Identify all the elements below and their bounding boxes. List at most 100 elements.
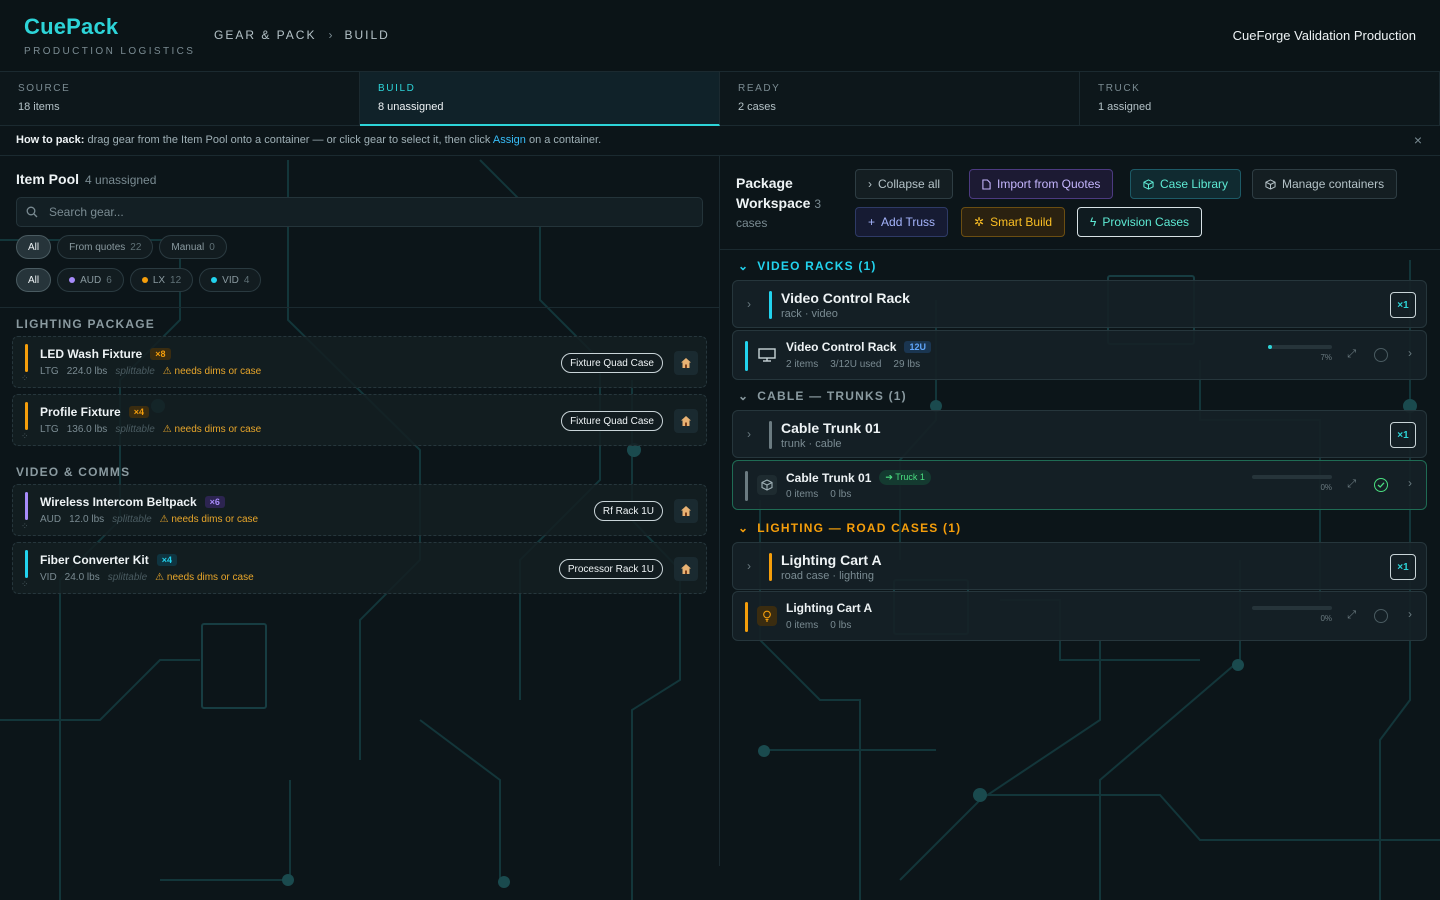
manage-containers-button[interactable]: Manage containers xyxy=(1252,169,1398,199)
group-header-lighting-road-cases[interactable]: ⌄ LIGHTING — ROAD CASES (1) xyxy=(738,521,961,535)
package-row-video-control-rack[interactable]: › Video Control Rack rack · video ×1 xyxy=(732,280,1427,328)
suggested-case-button[interactable]: Fixture Quad Case xyxy=(561,411,663,431)
filter-chip-vid[interactable]: VID 4 xyxy=(199,268,262,292)
chevron-right-icon[interactable]: › xyxy=(1408,346,1412,360)
filter-chip-lx[interactable]: LX 12 xyxy=(129,268,194,292)
container-weight: 29 lbs xyxy=(893,359,921,370)
sparkle-icon: ✲ xyxy=(974,215,985,229)
warning-text: ⚠ needs dims or case xyxy=(162,424,262,435)
pool-item-wireless-intercom-beltpack[interactable]: Wireless Intercom Beltpack ×6 AUD 12.0 lbs… xyxy=(12,484,707,536)
filter-chip-all-departments[interactable]: All xyxy=(16,268,52,292)
search-input[interactable] xyxy=(49,198,689,226)
pool-item-led-wash-fixture[interactable]: LED Wash Fixture ×8 LTG 224.0 lbs splittabl… xyxy=(12,336,707,388)
check-circle-icon[interactable] xyxy=(1374,478,1388,492)
dept-color-bar xyxy=(25,550,28,578)
tip-lead: How to pack: xyxy=(16,134,85,146)
expand-icon[interactable]: ⤢ xyxy=(1347,348,1356,361)
category-color-bar xyxy=(745,341,748,371)
smart-build-button[interactable]: ✲ Smart Build xyxy=(961,207,1066,237)
fill-progress-bar xyxy=(1252,475,1332,479)
group-title: VIDEO RACKS (1) xyxy=(757,259,877,273)
item-meta: AUD 12.0 lbs splittable ⚠ needs dims or cas… xyxy=(40,514,258,525)
container-card-cable-trunk-01[interactable]: Cable Trunk 01 ➔ Truck 1 0 items 0 lbs 0% … xyxy=(732,460,1427,510)
home-icon[interactable] xyxy=(674,409,698,433)
brand[interactable]: CuePack PRODUCTION LOGISTICS xyxy=(24,14,195,57)
step-build[interactable]: BUILD 8 unassigned xyxy=(360,72,720,126)
chevron-right-icon[interactable]: › xyxy=(1408,607,1412,621)
group-header-video-racks[interactable]: ⌄ VIDEO RACKS (1) xyxy=(738,259,877,273)
breadcrumb-gear-pack[interactable]: GEAR & PACK xyxy=(214,28,316,42)
container-card-video-control-rack[interactable]: Video Control Rack 12U 2 items 3/12U used 2… xyxy=(732,330,1427,380)
expand-icon[interactable]: ⤢ xyxy=(1347,609,1356,622)
container-card-lighting-cart-a[interactable]: Lighting Cart A 0 items 0 lbs 0% ⤢ › xyxy=(732,591,1427,641)
import-from-quotes-button[interactable]: Import from Quotes xyxy=(969,169,1114,199)
collapse-all-button[interactable]: › Collapse all xyxy=(855,169,954,199)
home-icon[interactable] xyxy=(674,557,698,581)
filter-chip-all-sources[interactable]: All xyxy=(16,235,52,259)
tip-assign-link[interactable]: Assign xyxy=(493,134,526,146)
close-icon[interactable]: × xyxy=(1414,132,1422,148)
filter-chip-aud[interactable]: AUD 6 xyxy=(57,268,124,292)
package-row-lighting-cart-a[interactable]: › Lighting Cart A road case · lighting ×… xyxy=(732,542,1427,590)
multiplier-button[interactable]: ×1 xyxy=(1390,422,1416,448)
chevron-right-icon[interactable]: › xyxy=(747,297,751,311)
status-circle-icon[interactable] xyxy=(1374,609,1388,623)
item-meta: LTG 224.0 lbs splittable ⚠ needs dims or ca… xyxy=(40,366,261,377)
drag-handle-icon[interactable]: ⁘ xyxy=(21,579,29,590)
item-weight: 12.0 lbs xyxy=(69,514,105,525)
item-name-text: LED Wash Fixture xyxy=(40,347,143,361)
workspace-title: Package Workspace 3 xyxy=(736,173,836,214)
group-title: LIGHTING — ROAD CASES (1) xyxy=(757,521,962,535)
group-header-cable-trunks[interactable]: ⌄ CABLE — TRUNKS (1) xyxy=(738,389,907,403)
add-truss-button[interactable]: + Add Truss xyxy=(855,207,949,237)
pool-item-fiber-converter-kit[interactable]: Fiber Converter Kit ×4 VID 24.0 lbs splitta… xyxy=(12,542,707,594)
step-source[interactable]: SOURCE 18 items xyxy=(0,72,360,126)
drag-handle-icon[interactable]: ⁘ xyxy=(21,373,29,384)
package-name: Cable Trunk 01 xyxy=(781,420,881,436)
chip-label: VID xyxy=(222,274,239,286)
pool-item-profile-fixture[interactable]: Profile Fixture ×4 LTG 136.0 lbs splittable… xyxy=(12,394,707,446)
drag-handle-icon[interactable]: ⁘ xyxy=(21,431,29,442)
item-name: Fiber Converter Kit ×4 xyxy=(40,553,177,567)
suggested-case-button[interactable]: Fixture Quad Case xyxy=(561,353,663,373)
breadcrumb-build: BUILD xyxy=(344,28,390,42)
home-icon[interactable] xyxy=(674,499,698,523)
multiplier-button[interactable]: ×1 xyxy=(1390,292,1416,318)
filter-chip-manual[interactable]: Manual 0 xyxy=(159,235,227,259)
box-icon xyxy=(757,475,777,495)
step-label: BUILD xyxy=(378,83,416,94)
step-truck[interactable]: TRUCK 1 assigned xyxy=(1080,72,1440,126)
workspace-heading: Package Workspace xyxy=(736,175,811,211)
multiplier-button[interactable]: ×1 xyxy=(1390,554,1416,580)
packing-tip-bar: How to pack: drag gear from the Item Poo… xyxy=(0,126,1440,156)
container-meta: 0 items 0 lbs xyxy=(786,489,851,500)
production-name[interactable]: CueForge Validation Production xyxy=(1233,28,1416,43)
chevron-right-icon[interactable]: › xyxy=(747,427,751,441)
chevron-down-icon: ⌄ xyxy=(738,389,750,403)
chip-label: From quotes xyxy=(69,241,126,253)
expand-icon[interactable]: ⤢ xyxy=(1347,478,1356,491)
warning-text: ⚠ needs dims or case xyxy=(159,514,259,525)
warning-text: ⚠ needs dims or case xyxy=(155,572,254,583)
suggested-case-button[interactable]: Rf Rack 1U xyxy=(593,501,663,521)
container-name-text: Video Control Rack xyxy=(786,340,897,354)
step-ready[interactable]: READY 2 cases xyxy=(720,72,1080,126)
chevron-right-icon[interactable]: › xyxy=(1408,476,1412,490)
status-circle-icon[interactable] xyxy=(1374,348,1388,362)
quantity-badge: ×6 xyxy=(204,496,225,508)
chip-count: 0 xyxy=(209,241,215,253)
suggested-case-button[interactable]: Processor Rack 1U xyxy=(558,559,663,579)
dept-color-bar xyxy=(25,402,28,430)
provision-cases-button[interactable]: ϟ Provision Cases xyxy=(1077,207,1203,237)
package-name: Video Control Rack xyxy=(781,290,910,306)
chevron-right-icon[interactable]: › xyxy=(747,559,751,573)
breadcrumb-separator: › xyxy=(328,28,333,42)
case-library-button[interactable]: Case Library xyxy=(1130,169,1242,199)
package-workspace-panel: Package Workspace 3 cases › Collapse all … xyxy=(720,156,1440,900)
filter-chip-from-quotes[interactable]: From quotes 22 xyxy=(57,235,154,259)
app-header: CuePack PRODUCTION LOGISTICS GEAR & PACK… xyxy=(0,0,1440,72)
package-row-cable-trunk-01[interactable]: › Cable Trunk 01 trunk · cable ×1 xyxy=(732,410,1427,458)
fill-percent: 0% xyxy=(1320,483,1332,492)
drag-handle-icon[interactable]: ⁘ xyxy=(21,521,29,532)
home-icon[interactable] xyxy=(674,351,698,375)
